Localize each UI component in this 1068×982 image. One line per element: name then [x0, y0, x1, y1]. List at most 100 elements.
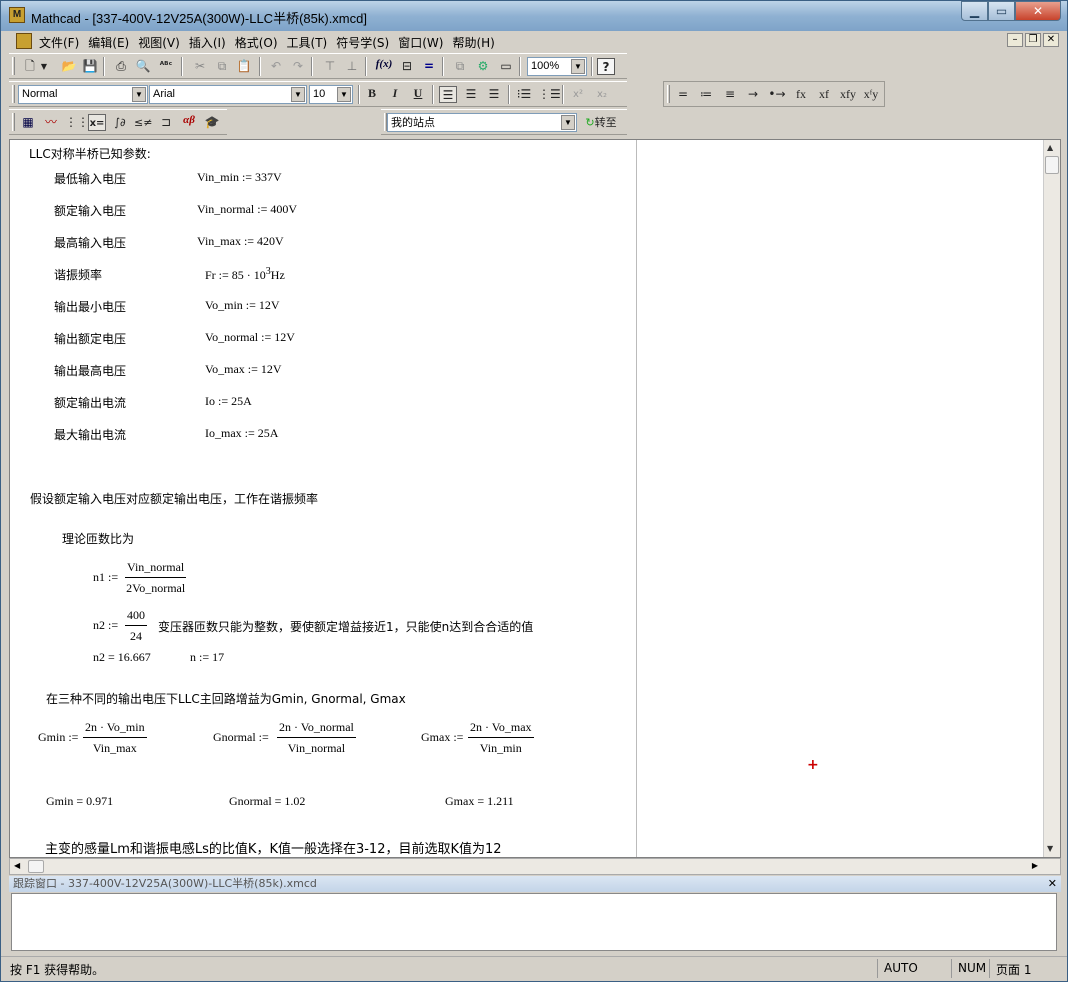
n1-fraction[interactable]: Vin_normal 2Vo_normal: [125, 560, 187, 596]
turns-title[interactable]: 理论匝数比为: [62, 530, 134, 547]
resource-center-icon[interactable]: ▭: [497, 58, 515, 75]
n1-lhs[interactable]: n1 :=: [93, 570, 118, 585]
insert-component-icon[interactable]: ⚙: [474, 58, 492, 75]
menu-tools[interactable]: 工具(T): [287, 34, 335, 51]
print-preview-icon[interactable]: 🔍: [134, 58, 152, 75]
new-dropdown-icon[interactable]: ▼: [39, 58, 49, 75]
scroll-left-icon[interactable]: ◀: [14, 861, 20, 870]
new-icon[interactable]: 🗋: [21, 58, 39, 75]
align-top-icon[interactable]: ⊤: [321, 58, 339, 75]
n2-lhs[interactable]: n2 :=: [93, 618, 118, 633]
gmax-result[interactable]: Gmax = 1.211: [445, 794, 514, 809]
style-select[interactable]: Normal ▼: [18, 85, 148, 104]
menu-window[interactable]: 窗口(W): [398, 34, 450, 51]
font-select[interactable]: Arial ▼: [149, 85, 307, 104]
greek-toolbar-icon[interactable]: αβ: [180, 114, 198, 131]
k-ratio-text[interactable]: 主变的感量Lm和谐振电感Ls的比值K，K值一般选择在3-12，目前选取K值为12: [45, 838, 502, 857]
align-center-icon[interactable]: ☰: [462, 86, 480, 103]
redo-icon[interactable]: ↷: [289, 58, 307, 75]
chevron-down-icon[interactable]: ▼: [337, 87, 351, 102]
menu-insert[interactable]: 插入(I): [189, 34, 233, 51]
trace-window-content[interactable]: [11, 893, 1057, 951]
param-label[interactable]: 输出最小电压: [54, 298, 126, 315]
menu-view[interactable]: 视图(V): [138, 34, 187, 51]
n2-result[interactable]: n2 = 16.667: [93, 650, 151, 665]
help-icon[interactable]: ?: [597, 58, 615, 75]
numbered-list-icon[interactable]: ⋮☰: [538, 86, 561, 103]
chevron-down-icon[interactable]: ▼: [571, 59, 585, 74]
param-label[interactable]: 额定输出电流: [54, 394, 126, 411]
param-expr[interactable]: Vin_normal := 400V: [197, 202, 297, 217]
param-label[interactable]: 输出最高电压: [54, 362, 126, 379]
cut-icon[interactable]: ✂: [191, 58, 209, 75]
graph-toolbar-icon[interactable]: 〰: [42, 114, 60, 131]
param-label[interactable]: 输出额定电压: [54, 330, 126, 347]
eval-treefix-button[interactable]: xᶠy: [861, 86, 881, 103]
eval-symbolic-button[interactable]: →: [744, 86, 762, 103]
calculate-icon[interactable]: =: [420, 58, 438, 75]
chevron-down-icon[interactable]: ▼: [291, 87, 305, 102]
eval-global-define-button[interactable]: ≡: [721, 86, 739, 103]
matrix-toolbar-icon[interactable]: ⋮⋮: [65, 114, 89, 131]
vertical-scrollbar[interactable]: ▲ ▼: [1043, 140, 1060, 857]
horizontal-scrollbar[interactable]: ◀ ▶: [9, 858, 1061, 875]
gmax-lhs[interactable]: Gmax :=: [421, 730, 463, 745]
param-expr[interactable]: Vo_max := 12V: [205, 362, 282, 377]
eval-postfix-button[interactable]: xf: [814, 86, 834, 103]
close-button[interactable]: ✕: [1015, 1, 1061, 21]
paste-icon[interactable]: 📋: [235, 58, 253, 75]
calculator-toolbar-icon[interactable]: ▦: [19, 114, 37, 131]
param-label[interactable]: 最高输入电压: [54, 234, 126, 251]
gnormal-lhs[interactable]: Gnormal :=: [213, 730, 269, 745]
undo-icon[interactable]: ↶: [267, 58, 285, 75]
insert-unit-icon[interactable]: ⊟: [398, 58, 416, 75]
chevron-down-icon[interactable]: ▼: [132, 87, 146, 102]
menu-format[interactable]: 格式(O): [235, 34, 285, 51]
param-label[interactable]: 最低输入电压: [54, 170, 126, 187]
heading-text[interactable]: LLC对称半桥已知参数:: [29, 145, 151, 162]
n-definition[interactable]: n := 17: [190, 650, 224, 665]
zoom-select[interactable]: 100% ▼: [527, 57, 587, 76]
gmax-fraction[interactable]: 2n · Vo_max Vin_min: [468, 720, 534, 756]
gnormal-result[interactable]: Gnormal = 1.02: [229, 794, 305, 809]
copy-icon[interactable]: ⧉: [213, 58, 231, 75]
param-expr[interactable]: Io_max := 25A: [205, 426, 278, 441]
goto-button[interactable]: ↻转至: [581, 114, 621, 131]
spell-check-icon[interactable]: ᴬᴮᶜ: [157, 58, 175, 75]
eval-prefix-button[interactable]: fx: [791, 86, 811, 103]
vertical-scroll-thumb[interactable]: [1045, 156, 1059, 174]
n2-note[interactable]: 变压器匝数只能为整数，要使额定增益接近1，只能使n达到合合适的值: [158, 618, 533, 635]
evaluation-toolbar-icon[interactable]: x=: [88, 114, 106, 131]
symbolic-toolbar-icon[interactable]: 🎓: [203, 114, 221, 131]
assumption-text[interactable]: 假设额定输入电压对应额定输出电压，工作在谐振频率: [30, 490, 318, 507]
calculus-toolbar-icon[interactable]: ∫∂: [111, 114, 129, 131]
menu-file[interactable]: 文件(F): [39, 34, 86, 51]
boolean-toolbar-icon[interactable]: ≤≠: [134, 114, 152, 131]
menu-symbolics[interactable]: 符号学(S): [336, 34, 396, 51]
trace-close-icon[interactable]: ✕: [1048, 877, 1057, 890]
eval-infix-button[interactable]: xfy: [837, 86, 859, 103]
minimize-button[interactable]: ▁: [961, 1, 988, 21]
doc-restore-button[interactable]: ❐: [1025, 33, 1041, 47]
param-expr[interactable]: Fr := 85 · 103Hz: [205, 266, 285, 283]
doc-close-button[interactable]: ✕: [1043, 33, 1059, 47]
scroll-up-icon[interactable]: ▲: [1047, 143, 1053, 152]
gain-title[interactable]: 在三种不同的输出电压下LLC主回路增益为Gmin, Gnormal, Gmax: [46, 690, 406, 707]
insert-hyperlink-icon[interactable]: ⧉: [451, 58, 469, 75]
param-expr[interactable]: Vo_normal := 12V: [205, 330, 295, 345]
print-icon[interactable]: ⎙: [112, 58, 130, 75]
param-label[interactable]: 额定输入电压: [54, 202, 126, 219]
underline-button[interactable]: U: [409, 86, 427, 103]
horizontal-scroll-thumb[interactable]: [28, 860, 44, 873]
mathcad-app-icon[interactable]: M: [9, 7, 25, 23]
n2-fraction[interactable]: 400 24: [125, 608, 147, 644]
eval-equals-button[interactable]: =: [674, 86, 692, 103]
superscript-button[interactable]: x²: [569, 86, 587, 103]
scroll-right-icon[interactable]: ▶: [1032, 861, 1038, 870]
eval-define-button[interactable]: ≔: [697, 86, 715, 103]
open-folder-icon[interactable]: 📂: [60, 58, 78, 75]
font-size-select[interactable]: 10 ▼: [309, 85, 353, 104]
insert-function-icon[interactable]: f(x): [375, 58, 393, 75]
param-expr[interactable]: Vin_min := 337V: [197, 170, 282, 185]
gmin-fraction[interactable]: 2n · Vo_min Vin_max: [83, 720, 147, 756]
